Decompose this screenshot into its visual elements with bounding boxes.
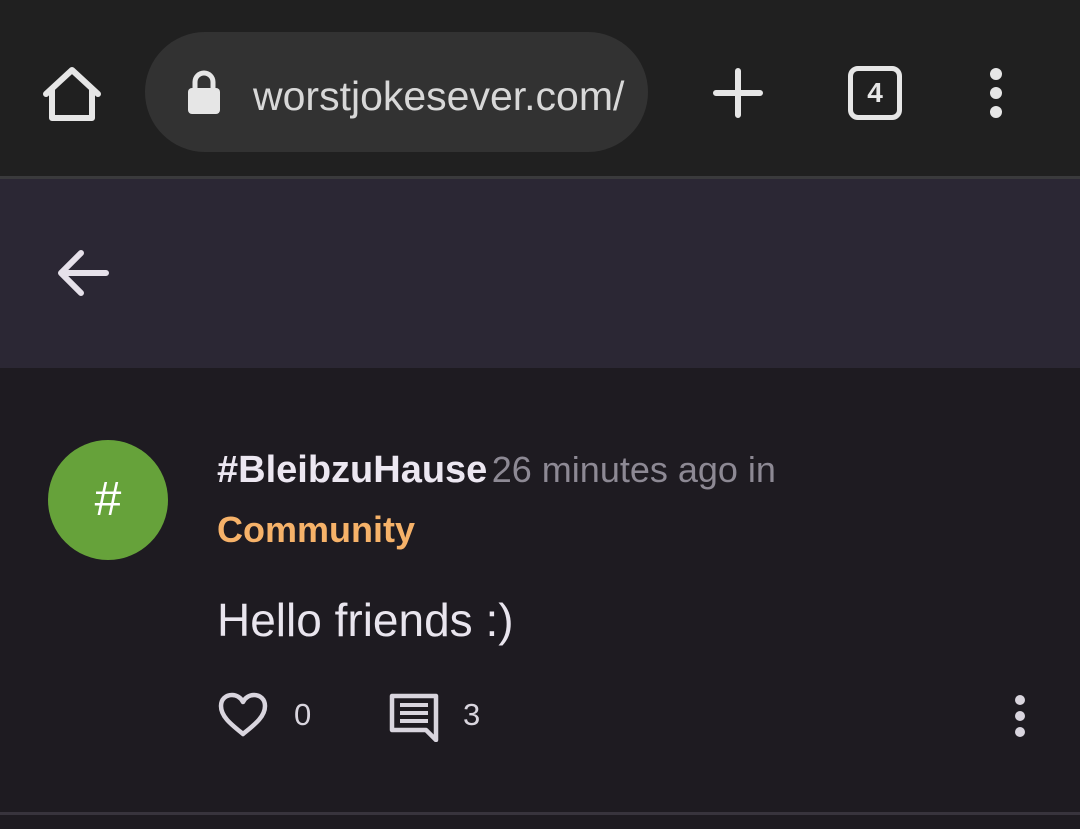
post-card [0, 368, 1080, 812]
post-more-vert-icon[interactable] [1004, 694, 1036, 738]
post-meta: 26 minutes ago in [491, 449, 776, 490]
heart-outline-icon[interactable] [218, 692, 268, 738]
app-header [0, 179, 1080, 368]
next-post-area [0, 815, 1080, 829]
home-icon[interactable] [40, 62, 104, 126]
avatar[interactable]: # [48, 440, 168, 560]
comment-icon[interactable] [388, 692, 440, 743]
arrow-left-icon[interactable] [52, 244, 116, 302]
comment-count: 3 [463, 697, 481, 732]
plus-icon[interactable] [712, 67, 764, 119]
more-vert-icon[interactable] [976, 66, 1016, 122]
like-count: 0 [294, 697, 312, 732]
url-text[interactable]: worstjokesever.com/ [253, 68, 625, 124]
post-header: #BleibzuHause 26 minutes ago in [217, 442, 776, 498]
post-body: Hello friends :) [217, 594, 514, 646]
community-link[interactable]: Community [217, 504, 415, 556]
lock-icon [186, 69, 222, 115]
tab-switcher-button[interactable]: 4 [848, 66, 902, 120]
author-name[interactable]: #BleibzuHause [217, 449, 487, 491]
